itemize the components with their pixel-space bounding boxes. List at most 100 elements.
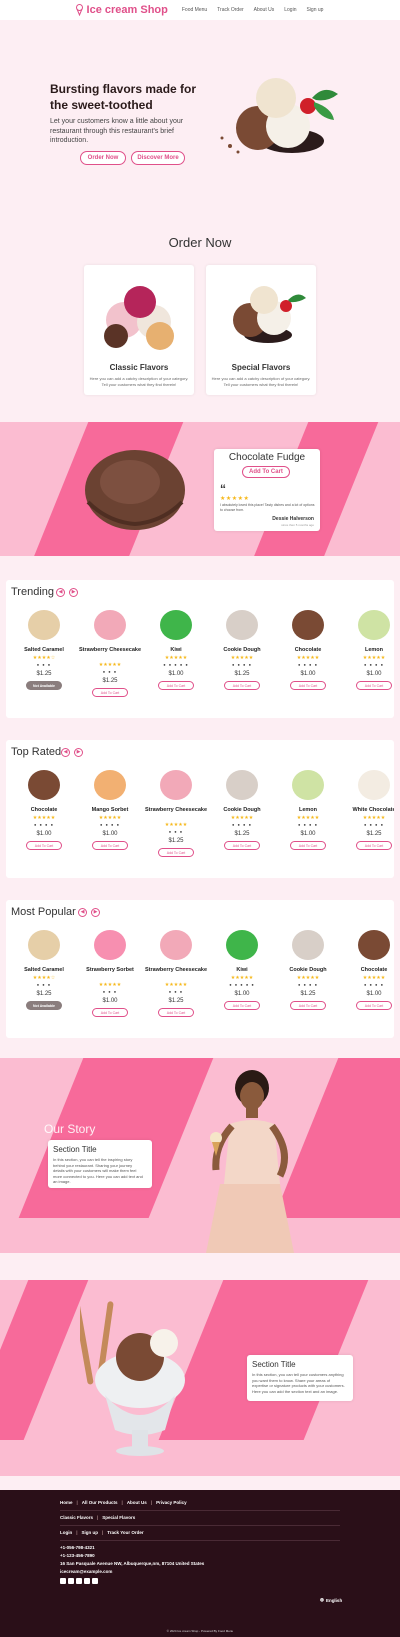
product-card[interactable]: Strawberry Sorbet ★★★★★ ● ● ● $1.00 Add To C…	[78, 922, 142, 1032]
footer-link-login[interactable]: Login	[60, 1530, 72, 1535]
footer-link-track[interactable]: Track Your Order	[107, 1530, 143, 1535]
footer-link-special[interactable]: Special Flavors	[102, 1515, 135, 1520]
add-to-cart-button[interactable]: Add To Cart	[356, 841, 392, 850]
section-2-card: Section Title In this section, you can t…	[247, 1355, 353, 1401]
product-card[interactable]: Chocolate ★★★★★ ● ● ● ● $1.00 Add To Cart	[342, 922, 394, 1032]
product-stars: ★★★★★	[164, 655, 188, 661]
add-to-cart-button[interactable]: Add To Cart	[224, 1001, 260, 1010]
footer-link-classic[interactable]: Classic Flavors	[60, 1515, 93, 1520]
footer-link-about[interactable]: About Us	[127, 1500, 147, 1505]
footer-phone-1[interactable]: +1-056-798-4321	[60, 1545, 95, 1550]
order-now-heading: Order Now	[168, 235, 232, 250]
featured-add-to-cart-button[interactable]: Add To Cart	[242, 466, 290, 478]
product-card[interactable]: Strawberry Cheesecake ★★★★★ ● ● ● $1.25 Add …	[144, 922, 208, 1032]
product-card[interactable]: Lemon ★★★★★ ● ● ● ● $1.00 Add To Cart	[276, 762, 340, 872]
product-stars: ★★★★★	[296, 655, 320, 661]
product-card[interactable]: Cookie Dough ★★★★★ ● ● ● ● $1.25 Add To Cart	[276, 922, 340, 1032]
product-row: Salted Caramel ★★★★☆ ● ● ● $1.25 Not Availab…	[6, 602, 394, 712]
product-card[interactable]: Strawberry Cheesecake ★★★★★ ● ● ● $1.25 Add …	[144, 762, 208, 872]
product-card[interactable]: Lemon ★★★★★ ● ● ● ● $1.00 Add To Cart	[342, 602, 394, 712]
add-to-cart-button[interactable]: Add To Cart	[158, 681, 194, 690]
next-arrow-icon[interactable]: ▶	[74, 748, 83, 757]
nav-about-us[interactable]: About Us	[254, 7, 275, 13]
product-image	[28, 770, 60, 800]
product-card[interactable]: Salted Caramel ★★★★☆ ● ● ● $1.25 Not Availab…	[12, 602, 76, 712]
not-available-button[interactable]: Not Available	[26, 681, 62, 690]
add-to-cart-button[interactable]: Add To Cart	[224, 841, 260, 850]
add-to-cart-button[interactable]: Add To Cart	[26, 841, 62, 850]
category-card-special[interactable]: Special Flavors Here you can add a catch…	[206, 265, 316, 395]
email-icon[interactable]	[84, 1578, 90, 1584]
footer-email[interactable]: icecream@example.com	[60, 1569, 112, 1574]
product-card[interactable]: Cookie Dough ★★★★★ ● ● ● ● $1.25 Add To Cart	[210, 762, 274, 872]
product-card[interactable]: Mango Sorbet ★★★★★ ● ● ● ● $1.00 Add To Cart	[78, 762, 142, 872]
product-card[interactable]: White Chocolate ★★★★★ ● ● ● ● $1.25 Add To C…	[342, 762, 394, 872]
product-card[interactable]: Kiwi ★★★★★ ● ● ● ● ● $1.00 Add To Cart	[144, 602, 208, 712]
add-to-cart-button[interactable]: Add To Cart	[92, 1008, 128, 1017]
footer-link-products[interactable]: All Our Products	[82, 1500, 118, 1505]
add-to-cart-button[interactable]: Add To Cart	[356, 1001, 392, 1010]
footer-link-signup[interactable]: Sign up	[82, 1530, 99, 1535]
product-image	[292, 610, 324, 640]
add-to-cart-button[interactable]: Add To Cart	[290, 1001, 326, 1010]
add-to-cart-button[interactable]: Add To Cart	[290, 841, 326, 850]
product-card[interactable]: Salted Caramel ★★★★☆ ● ● ● $1.25 Not Availab…	[12, 922, 76, 1032]
add-to-cart-button[interactable]: Add To Cart	[158, 848, 194, 857]
product-price: $1.00	[366, 671, 382, 677]
product-price: $1.25	[102, 678, 118, 684]
product-name: Salted Caramel	[24, 967, 64, 973]
dietary-icons: ● ● ●	[36, 982, 52, 987]
add-to-cart-button[interactable]: Add To Cart	[158, 1008, 194, 1017]
add-to-cart-button[interactable]: Add To Cart	[92, 841, 128, 850]
product-stars: ★★★★★	[230, 655, 254, 661]
product-image	[226, 770, 258, 800]
product-card[interactable]: Strawberry Cheesecake ★★★★★ ● ● ● $1.25 Add …	[78, 602, 142, 712]
category-title: Classic Flavors	[109, 363, 169, 372]
hero-order-now-button[interactable]: Order Now	[80, 151, 126, 165]
dietary-icons: ● ● ● ●	[298, 662, 318, 667]
product-image	[160, 770, 192, 800]
nav-login[interactable]: Login	[284, 7, 296, 13]
language-selector[interactable]: ◍ English	[320, 1597, 342, 1603]
twitter-icon[interactable]	[68, 1578, 74, 1584]
add-to-cart-button[interactable]: Add To Cart	[356, 681, 392, 690]
product-card[interactable]: Cookie Dough ★★★★★ ● ● ● ● $1.25 Add To Cart	[210, 602, 274, 712]
product-name: Kiwi	[170, 647, 182, 653]
product-card[interactable]: Chocolate ★★★★★ ● ● ● ● $1.00 Add To Cart	[12, 762, 76, 872]
add-to-cart-button[interactable]: Add To Cart	[92, 688, 128, 697]
section-title: Most Popular	[11, 906, 76, 918]
instagram-icon[interactable]	[92, 1578, 98, 1584]
footer-links-account: Login | Sign up | Track Your Order	[60, 1530, 144, 1535]
brand-logo[interactable]: Ice cream Shop	[75, 4, 168, 16]
add-to-cart-button[interactable]: Add To Cart	[290, 681, 326, 690]
not-available-button[interactable]: Not Available	[26, 1001, 62, 1010]
product-card[interactable]: Chocolate ★★★★★ ● ● ● ● $1.00 Add To Cart	[276, 602, 340, 712]
product-card[interactable]: Kiwi ★★★★★ ● ● ● ● ● $1.00 Add To Cart	[210, 922, 274, 1032]
top-nav: Ice cream Shop Food Menu Track Order Abo…	[0, 0, 400, 20]
prev-arrow-icon[interactable]: ◀	[56, 588, 65, 597]
product-stars: ★★★★★	[164, 982, 188, 988]
nav-sign-up[interactable]: Sign up	[306, 7, 323, 13]
next-arrow-icon[interactable]: ▶	[91, 908, 100, 917]
hero-title: Bursting flavors made for the sweet-toot…	[50, 82, 197, 112]
prev-arrow-icon[interactable]: ◀	[61, 748, 70, 757]
product-name: Cookie Dough	[289, 967, 327, 973]
footer-link-home[interactable]: Home	[60, 1500, 73, 1505]
divider	[60, 1510, 340, 1511]
category-card-classic[interactable]: Classic Flavors Here you can add a catch…	[84, 265, 194, 395]
hero-discover-more-button[interactable]: Discover More	[131, 151, 185, 165]
add-to-cart-button[interactable]: Add To Cart	[224, 681, 260, 690]
product-image	[226, 610, 258, 640]
next-arrow-icon[interactable]: ▶	[69, 588, 78, 597]
linkedin-icon[interactable]	[76, 1578, 82, 1584]
product-name: Kiwi	[236, 967, 248, 973]
product-stars: ★★★★★	[362, 975, 386, 981]
language-label: English	[325, 1597, 343, 1603]
footer-phone-2[interactable]: +1-123-456-7890	[60, 1553, 95, 1558]
nav-track-order[interactable]: Track Order	[217, 7, 243, 13]
facebook-icon[interactable]	[60, 1578, 66, 1584]
chocolate-scoop-image	[85, 450, 185, 530]
prev-arrow-icon[interactable]: ◀	[78, 908, 87, 917]
footer-link-privacy[interactable]: Privacy Policy	[156, 1500, 187, 1505]
nav-food-menu[interactable]: Food Menu	[182, 7, 207, 13]
